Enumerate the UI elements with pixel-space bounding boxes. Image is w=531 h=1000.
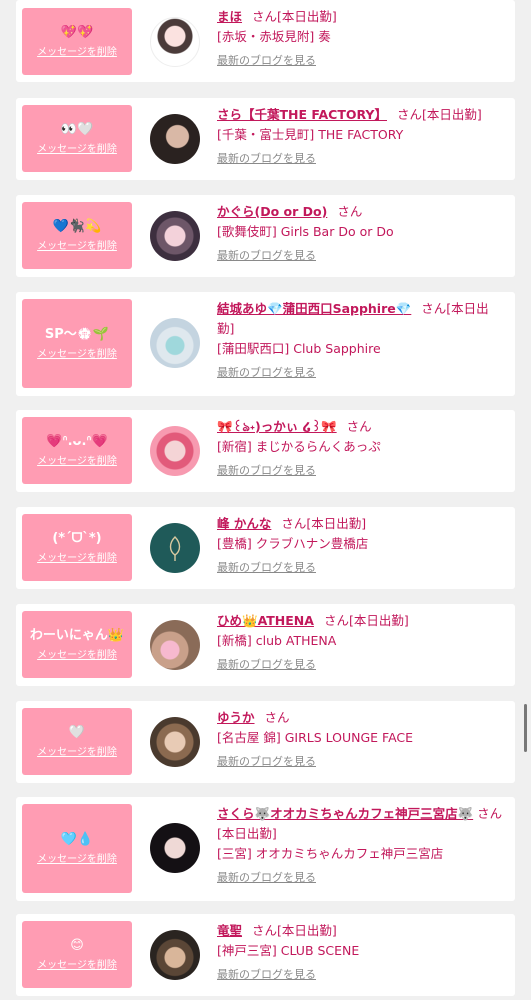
avatar[interactable] xyxy=(150,620,200,670)
list-item: SP〜💮🌱 メッセージを削除 結城あゆ💎蒲田西口Sapphire💎 さん[本日出勤… xyxy=(16,292,515,396)
avatar[interactable] xyxy=(150,114,200,164)
delete-message-link[interactable]: メッセージを削除 xyxy=(37,456,117,468)
shop-info: [豊橋] クラブハナン豊橋店 xyxy=(217,536,369,551)
delete-message-link[interactable]: メッセージを削除 xyxy=(37,747,117,759)
blog-link[interactable]: 最新のブログを見る xyxy=(217,752,316,772)
delete-message-link[interactable]: メッセージを削除 xyxy=(37,47,117,59)
avatar[interactable] xyxy=(150,426,200,476)
list-item: (*ˊᗜˋ*) メッセージを削除 峰 かんな さん[本日出勤] [豊橋] クラブハ… xyxy=(16,507,515,589)
delete-message-link[interactable]: メッセージを削除 xyxy=(37,349,117,361)
message-text: 🤍 xyxy=(68,724,86,740)
blog-link[interactable]: 最新のブログを見る xyxy=(217,461,316,481)
avatar[interactable] xyxy=(150,211,200,261)
cast-status: さん[本日出勤] xyxy=(281,516,367,531)
list-item: 🩵💧 メッセージを削除 さくら🐺オオカミちゃんカフェ神戸三宮店🐺 さん[本日出勤… xyxy=(16,797,515,901)
shop-info: [千葉・富士見町] THE FACTORY xyxy=(217,127,404,142)
cast-status: さん[本日出勤] xyxy=(323,613,409,628)
shop-info: [歌舞伎町] Girls Bar Do or Do xyxy=(217,224,394,239)
cast-status: さん xyxy=(337,204,363,219)
cast-name-link[interactable]: さくら🐺オオカミちゃんカフェ神戸三宮店🐺 xyxy=(217,806,473,821)
cast-name-link[interactable]: ひめ👑ATHENA xyxy=(217,613,314,628)
shop-info: [新橋] club ATHENA xyxy=(217,633,337,648)
delete-message-link[interactable]: メッセージを削除 xyxy=(37,854,117,866)
message-text: 💖💖 xyxy=(60,24,94,40)
shop-info: [名古屋 錦] GIRLS LOUNGE FACE xyxy=(217,730,414,745)
shop-info: [神戸三宮] CLUB SCENE xyxy=(217,943,360,958)
list-item: 😊 メッセージを削除 竜聖 さん[本日出勤] [神戸三宮] CLUB SCENE … xyxy=(16,914,515,996)
blog-link[interactable]: 最新のブログを見る xyxy=(217,558,316,578)
delete-message-link[interactable]: メッセージを削除 xyxy=(37,960,117,972)
cast-status: さん[本日出勤] xyxy=(252,9,337,24)
cast-status: さん xyxy=(264,710,290,725)
cast-name-link[interactable]: 🎀꒰ঌ˖)っかぃ ໒꒱🎀 xyxy=(217,419,337,434)
cast-name-link[interactable]: まほ xyxy=(217,9,242,24)
blog-link[interactable]: 最新のブログを見る xyxy=(217,965,316,985)
blog-link[interactable]: 最新のブログを見る xyxy=(217,149,316,169)
avatar[interactable] xyxy=(150,523,200,573)
message-button[interactable]: 💖💖 メッセージを削除 xyxy=(22,8,132,75)
avatar[interactable] xyxy=(150,717,200,767)
message-button[interactable]: 💙🐈‍⬛💫 メッセージを削除 xyxy=(22,202,132,269)
cast-status: さん[本日出勤] xyxy=(396,107,482,122)
blog-link[interactable]: 最新のブログを見る xyxy=(217,655,316,675)
blog-link[interactable]: 最新のブログを見る xyxy=(217,246,316,266)
message-button[interactable]: 😊 メッセージを削除 xyxy=(22,921,132,988)
message-text: 💗ᐢ.ᴗ.ᐢ💗 xyxy=(46,433,108,449)
list-item: 👀🤍 メッセージを削除 さら【千葉THE FACTORY】 さん[本日出勤] [千… xyxy=(16,98,515,180)
message-button[interactable]: わーいにゃん👑 メッセージを削除 xyxy=(22,611,132,678)
message-text: (*ˊᗜˋ*) xyxy=(52,530,102,546)
list-item: わーいにゃん👑 メッセージを削除 ひめ👑ATHENA さん[本日出勤] [新橋] … xyxy=(16,604,515,686)
avatar[interactable] xyxy=(150,823,200,873)
message-button[interactable]: (*ˊᗜˋ*) メッセージを削除 xyxy=(22,514,132,581)
scrollbar[interactable] xyxy=(524,704,527,752)
list-item: 💙🐈‍⬛💫 メッセージを削除 かぐら(Do or Do) さん [歌舞伎町] Gi… xyxy=(16,195,515,277)
message-text: 🩵💧 xyxy=(60,831,94,847)
list-item: 🤍 メッセージを削除 ゆうか さん [名古屋 錦] GIRLS LOUNGE FA… xyxy=(16,701,515,783)
list-item: 💖💖 メッセージを削除 まほ さん[本日出勤] [赤坂・赤坂見附] 奏 最新のブロ… xyxy=(16,0,515,82)
message-button[interactable]: 🤍 メッセージを削除 xyxy=(22,708,132,775)
cast-name-link[interactable]: 峰 かんな xyxy=(217,516,271,531)
delete-message-link[interactable]: メッセージを削除 xyxy=(37,650,117,662)
shop-info: [蒲田駅西口] Club Sapphire xyxy=(217,341,381,356)
shop-logo-icon xyxy=(169,536,181,561)
message-text: 💙🐈‍⬛💫 xyxy=(52,218,102,234)
delete-message-link[interactable]: メッセージを削除 xyxy=(37,553,117,565)
shop-info: [赤坂・赤坂見附] 奏 xyxy=(217,29,331,44)
delete-message-link[interactable]: メッセージを削除 xyxy=(37,144,117,156)
shop-info: [三宮] オオカミちゃんカフェ神戸三宮店 xyxy=(217,846,444,861)
list-item: 💗ᐢ.ᴗ.ᐢ💗 メッセージを削除 🎀꒰ঌ˖)っかぃ ໒꒱🎀 さん [新宿] まじか… xyxy=(16,410,515,492)
blog-link[interactable]: 最新のブログを見る xyxy=(217,51,316,71)
message-button[interactable]: 💗ᐢ.ᴗ.ᐢ💗 メッセージを削除 xyxy=(22,417,132,484)
cast-name-link[interactable]: 結城あゆ💎蒲田西口Sapphire💎 xyxy=(217,301,411,316)
message-button[interactable]: 🩵💧 メッセージを削除 xyxy=(22,804,132,893)
shop-info: [新宿] まじかるらんくあっぷ xyxy=(217,439,381,454)
message-button[interactable]: SP〜💮🌱 メッセージを削除 xyxy=(22,299,132,388)
blog-link[interactable]: 最新のブログを見る xyxy=(217,363,316,383)
delete-message-link[interactable]: メッセージを削除 xyxy=(37,241,117,253)
avatar[interactable] xyxy=(150,318,200,368)
cast-name-link[interactable]: ゆうか xyxy=(217,710,255,725)
message-text: わーいにゃん👑 xyxy=(29,627,125,643)
avatar[interactable] xyxy=(150,17,200,67)
message-button[interactable]: 👀🤍 メッセージを削除 xyxy=(22,105,132,172)
cast-name-link[interactable]: さら【千葉THE FACTORY】 xyxy=(217,107,387,122)
cast-status: さん[本日出勤] xyxy=(252,923,337,938)
message-text: SP〜💮🌱 xyxy=(44,326,110,342)
cast-name-link[interactable]: かぐら(Do or Do) xyxy=(217,204,327,219)
message-text: 😊 xyxy=(70,937,84,953)
avatar[interactable] xyxy=(150,930,200,980)
cast-status: さん xyxy=(346,419,372,434)
cast-name-link[interactable]: 竜聖 xyxy=(217,923,242,938)
blog-link[interactable]: 最新のブログを見る xyxy=(217,868,316,888)
message-text: 👀🤍 xyxy=(60,121,94,137)
